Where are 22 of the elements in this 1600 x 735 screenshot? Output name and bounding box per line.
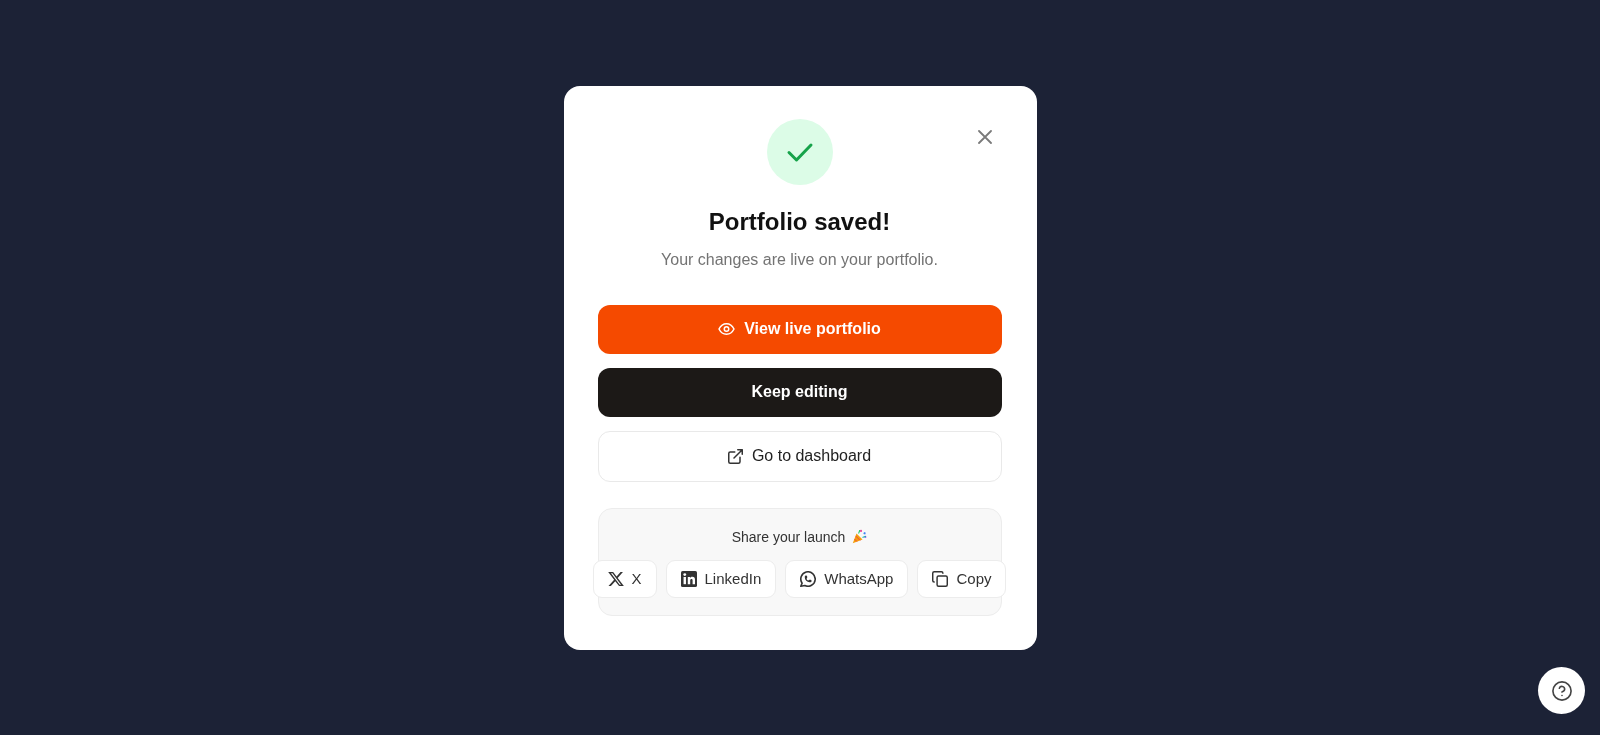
- copy-link-button[interactable]: Copy: [917, 559, 1007, 598]
- checkmark-circle-icon: [766, 118, 833, 185]
- linkedin-logo-icon: [680, 570, 697, 587]
- close-icon: [977, 129, 992, 144]
- whatsapp-logo-icon: [800, 570, 817, 587]
- share-button[interactable]: X: [592, 559, 657, 598]
- dialog-title: Portfolio saved!: [708, 206, 891, 237]
- party-popper-icon: [852, 529, 868, 544]
- view-portfolio-button[interactable]: View live portfolio: [597, 304, 1002, 354]
- keep-editing-button[interactable]: Keep editing: [597, 367, 1002, 417]
- help-icon: [1551, 680, 1572, 701]
- help-button[interactable]: [1538, 667, 1585, 714]
- external-link-icon: [727, 448, 743, 464]
- close-button[interactable]: [976, 128, 993, 145]
- share-heading: Share your launch: [731, 527, 846, 547]
- copy-icon: [932, 570, 949, 587]
- eye-icon: [718, 323, 736, 335]
- dashboard-button[interactable]: Go to dashboard: [597, 430, 1002, 482]
- share-button[interactable]: WhatsApp: [785, 559, 909, 598]
- dialog-message: Your changes are live on your portfolio.: [661, 249, 938, 270]
- x-logo-icon: [607, 570, 624, 587]
- share-button[interactable]: LinkedIn: [665, 559, 777, 598]
